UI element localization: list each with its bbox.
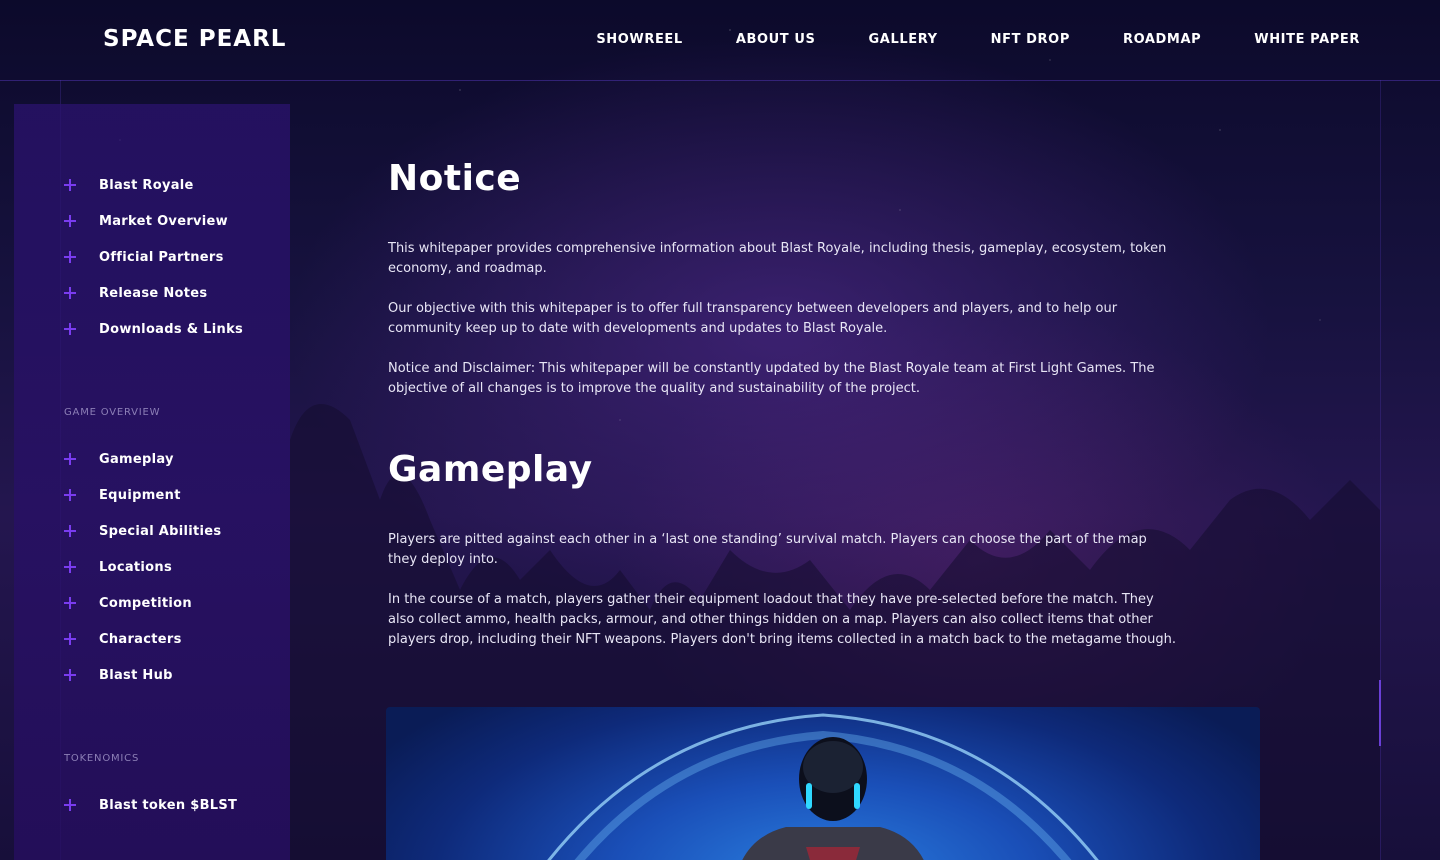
section-title-game-overview: GAME OVERVIEW <box>64 407 161 418</box>
gameplay-paragraph: In the course of a match, players gather… <box>388 592 1176 647</box>
gameplay-heading: Gameplay <box>388 449 593 490</box>
plus-icon <box>64 489 76 501</box>
plus-icon <box>64 323 76 335</box>
sidebar-item-downloads-links[interactable]: Downloads & Links <box>64 311 243 347</box>
sidebar-item-label: Blast Hub <box>99 667 173 683</box>
sidebar-item-label: Equipment <box>99 487 181 503</box>
plus-icon <box>64 669 76 681</box>
nav-gallery[interactable]: GALLERY <box>869 32 938 47</box>
main-content: Notice This whitepaper provides comprehe… <box>388 150 1188 650</box>
sidebar-item-label: Market Overview <box>99 213 228 229</box>
sidebar-item-equipment[interactable]: Equipment <box>64 477 221 513</box>
sidebar-intro-group: Blast Royale Market Overview Official Pa… <box>64 167 243 347</box>
nav-roadmap[interactable]: ROADMAP <box>1123 32 1201 47</box>
plus-icon <box>64 287 76 299</box>
main-nav: SHOWREEL ABOUT US GALLERY NFT DROP ROADM… <box>543 32 1360 47</box>
sidebar-item-label: Special Abilities <box>99 523 222 539</box>
notice-heading: Notice <box>388 158 522 199</box>
sidebar-item-gameplay[interactable]: Gameplay <box>64 441 221 477</box>
plus-icon <box>64 215 76 227</box>
sidebar-item-label: Gameplay <box>99 451 174 467</box>
sidebar-item-label: Competition <box>99 595 192 611</box>
sidebar-tokenomics-group: Blast token $BLST <box>64 787 237 823</box>
plus-icon <box>64 633 76 645</box>
sidebar-item-release-notes[interactable]: Release Notes <box>64 275 243 311</box>
plus-icon <box>64 179 76 191</box>
gameplay-paragraph: Players are pitted against each other in… <box>388 532 1147 567</box>
gameplay-character-image <box>386 707 1260 860</box>
plus-icon <box>64 453 76 465</box>
nav-nft-drop[interactable]: NFT DROP <box>991 32 1070 47</box>
notice-paragraph: This whitepaper provides comprehensive i… <box>388 241 1167 276</box>
sidebar-item-blast-royale[interactable]: Blast Royale <box>64 167 243 203</box>
character-illustration <box>547 713 1099 860</box>
sidebar-item-blast-token[interactable]: Blast token $BLST <box>64 787 237 823</box>
scroll-indicator[interactable] <box>1379 680 1381 746</box>
sidebar-item-official-partners[interactable]: Official Partners <box>64 239 243 275</box>
plus-icon <box>64 251 76 263</box>
whitepaper-page: SPACE PEARL SHOWREEL ABOUT US GALLERY NF… <box>0 0 1440 860</box>
brand-logo[interactable]: SPACE PEARL <box>103 26 286 52</box>
sidebar-item-label: Characters <box>99 631 182 647</box>
notice-paragraph: Our objective with this whitepaper is to… <box>388 301 1118 336</box>
plus-icon <box>64 561 76 573</box>
sidebar-item-market-overview[interactable]: Market Overview <box>64 203 243 239</box>
nav-white-paper[interactable]: WHITE PAPER <box>1254 32 1360 47</box>
top-header: SPACE PEARL SHOWREEL ABOUT US GALLERY NF… <box>0 0 1440 81</box>
plus-icon <box>64 799 76 811</box>
nav-showreel[interactable]: SHOWREEL <box>596 32 683 47</box>
sidebar: Blast Royale Market Overview Official Pa… <box>14 104 290 860</box>
nav-about-us[interactable]: ABOUT US <box>736 32 816 47</box>
sidebar-item-label: Blast Royale <box>99 177 194 193</box>
section-title-tokenomics: TOKENOMICS <box>64 753 140 764</box>
sidebar-item-label: Downloads & Links <box>99 321 244 337</box>
notice-paragraph: Notice and Disclaimer: This whitepaper w… <box>388 361 1155 396</box>
sidebar-item-locations[interactable]: Locations <box>64 549 221 585</box>
sidebar-item-blast-hub[interactable]: Blast Hub <box>64 657 221 693</box>
sidebar-item-label: Official Partners <box>99 249 224 265</box>
sidebar-item-special-abilities[interactable]: Special Abilities <box>64 513 221 549</box>
sidebar-item-label: Release Notes <box>99 285 208 301</box>
sidebar-item-competition[interactable]: Competition <box>64 585 221 621</box>
sidebar-item-label: Locations <box>99 559 172 575</box>
plus-icon <box>64 525 76 537</box>
sidebar-game-overview-group: Gameplay Equipment Special Abilities Loc… <box>64 441 221 693</box>
plus-icon <box>64 597 76 609</box>
sidebar-item-label: Blast token $BLST <box>99 797 238 813</box>
sidebar-item-characters[interactable]: Characters <box>64 621 221 657</box>
